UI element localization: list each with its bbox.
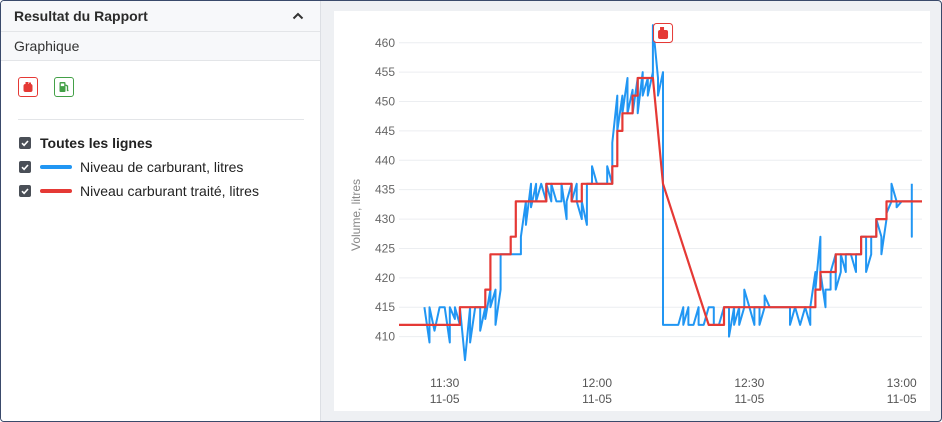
- report-result-panel: Resultat du Rapport Graphique Toutes les…: [1, 1, 321, 421]
- checkbox-checked-icon[interactable]: [19, 185, 31, 197]
- legend-swatch-blue: [40, 165, 72, 169]
- y-tick-label: 410: [375, 330, 395, 344]
- y-tick-label: 415: [375, 300, 395, 314]
- y-tick-label: 440: [375, 153, 395, 167]
- y-tick-label: 420: [375, 271, 395, 285]
- legend-item-label: Niveau carburant traité, litres: [80, 183, 259, 199]
- y-tick-label: 445: [375, 124, 395, 138]
- plot-area: [399, 24, 922, 362]
- x-tick-date: 11-05: [734, 392, 764, 406]
- fuel-drain-icon[interactable]: [18, 77, 38, 97]
- event-icons: [1, 61, 320, 119]
- panel-title: Resultat du Rapport: [14, 8, 148, 24]
- panel-subtitle: Graphique: [1, 32, 320, 61]
- legend-item-processed-level[interactable]: Niveau carburant traité, litres: [1, 179, 320, 203]
- x-tick-date: 11-05: [582, 392, 612, 406]
- panel-header[interactable]: Resultat du Rapport: [1, 1, 320, 32]
- legend-all-label: Toutes les lignes: [40, 135, 153, 151]
- fuel-station-icon[interactable]: [54, 77, 74, 97]
- fuel-level-chart[interactable]: 410415420425430435440445450455460 11:301…: [334, 11, 930, 411]
- y-axis-label: Volume, litres: [349, 179, 363, 251]
- chart-card: 410 415 420 425 430 435 440 445 450 455 460 11:30 1…: [334, 11, 930, 411]
- x-tick-time: 13:00: [887, 376, 917, 390]
- y-axis-ticks: 410 415 420 425 430 435 440 445 450 455 460: [375, 36, 395, 344]
- legend-item-fuel-level[interactable]: Niveau de carburant, litres: [1, 155, 320, 179]
- x-tick-time: 12:30: [734, 376, 764, 390]
- x-tick-date: 11-05: [430, 392, 460, 406]
- y-tick-label: 460: [375, 36, 395, 50]
- annotation-body: [658, 30, 669, 39]
- x-tick-time: 12:00: [582, 376, 612, 390]
- chevron-up-icon[interactable]: [290, 8, 306, 24]
- checkbox-checked-icon[interactable]: [19, 161, 31, 173]
- x-tick-time: 11:30: [430, 376, 459, 390]
- y-tick-label: 450: [375, 95, 395, 109]
- y-tick-label: 435: [375, 183, 395, 197]
- annotation-cap: [660, 27, 665, 30]
- x-tick-date: 11-05: [887, 392, 917, 406]
- y-tick-label: 425: [375, 241, 395, 255]
- report-window: Resultat du Rapport Graphique Toutes les…: [0, 0, 942, 422]
- y-tick-label: 455: [375, 65, 395, 79]
- legend-swatch-red: [40, 189, 72, 193]
- series-line-fuel-level: [423, 24, 913, 362]
- y-tick-label: 430: [375, 212, 395, 226]
- checkbox-checked-icon[interactable]: [19, 137, 31, 149]
- legend-item-label: Niveau de carburant, litres: [80, 159, 244, 175]
- fuel-drain-icon: [653, 23, 674, 43]
- legend: Toutes les lignes Niveau de carburant, l…: [1, 120, 320, 203]
- chart-annotations: [653, 23, 674, 43]
- series-line-processed-level: [399, 76, 922, 326]
- x-axis-ticks: 11:30 11-05 12:00 11-05 12:30 11-05 13:00 11-05: [430, 376, 917, 406]
- legend-all-lines[interactable]: Toutes les lignes: [1, 131, 320, 155]
